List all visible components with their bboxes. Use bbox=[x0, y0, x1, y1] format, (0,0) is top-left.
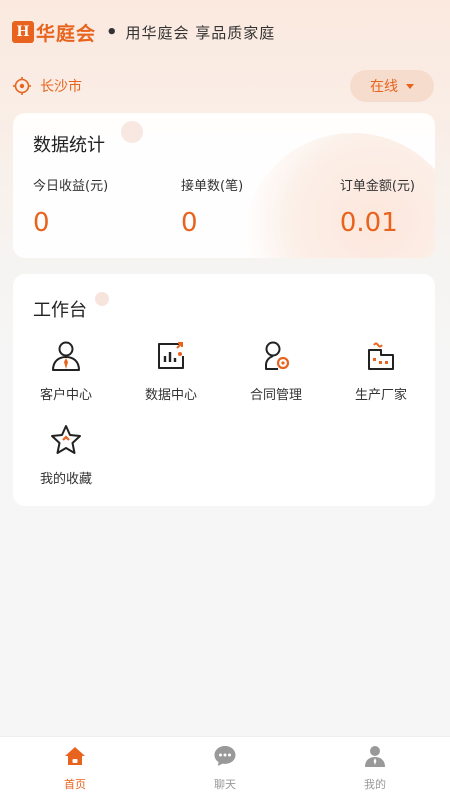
factory-icon bbox=[368, 342, 394, 370]
workbench-card: 工作台 客户中心 数据中心 合同管理 生产厂家 我的收藏 bbox=[13, 274, 435, 506]
tool-label: 生产厂家 bbox=[354, 388, 407, 403]
stat-value: 0 bbox=[181, 208, 198, 238]
stat-label: 接单数(笔) bbox=[181, 179, 244, 194]
logo-text: 华庭会 bbox=[36, 22, 97, 45]
tab-home[interactable]: 首页 bbox=[0, 737, 150, 800]
data-icon bbox=[158, 342, 184, 369]
bottom-tabbar: 首页 聊天 我的 bbox=[0, 736, 450, 800]
contract-icon bbox=[265, 341, 290, 370]
user-icon bbox=[365, 746, 385, 767]
customer-icon bbox=[52, 341, 80, 371]
slogan: 用华庭会 享品质家庭 bbox=[125, 23, 276, 42]
workbench-title: 工作台 bbox=[33, 300, 87, 321]
stat-label: 订单金额(元) bbox=[339, 179, 415, 194]
chat-icon bbox=[214, 746, 236, 766]
location-icon[interactable] bbox=[12, 76, 32, 96]
city-name[interactable]: 长沙市 bbox=[40, 76, 82, 96]
home-icon bbox=[65, 747, 85, 765]
tool-label: 客户中心 bbox=[39, 388, 92, 403]
decor-bubble bbox=[95, 292, 109, 306]
location-bar: 长沙市 在线 bbox=[0, 64, 450, 108]
tool-customer-center[interactable]: 客户中心 bbox=[16, 338, 116, 403]
tool-label: 合同管理 bbox=[249, 388, 302, 403]
stat-order-amount[interactable]: 订单金额(元) 0.01 bbox=[340, 175, 415, 238]
tab-label: 聊天 bbox=[214, 778, 236, 791]
stat-value: 0.01 bbox=[339, 208, 398, 238]
tool-label: 数据中心 bbox=[144, 388, 197, 403]
caret-down-icon bbox=[406, 83, 414, 89]
online-status-dropdown[interactable]: 在线 bbox=[350, 70, 434, 102]
status-label: 在线 bbox=[370, 79, 398, 95]
tool-my-favorites[interactable]: 我的收藏 bbox=[16, 422, 116, 487]
stats-card: 数据统计 今日收益(元) 0 接单数(笔) 0 订单金额(元) 0.01 bbox=[13, 113, 435, 258]
stat-value: 0 bbox=[33, 208, 50, 238]
stat-today-income[interactable]: 今日收益(元) 0 bbox=[33, 175, 108, 238]
stat-label: 今日收益(元) bbox=[33, 179, 109, 194]
tab-label: 首页 bbox=[64, 778, 86, 791]
tool-contract-management[interactable]: 合同管理 bbox=[226, 338, 326, 403]
tool-data-center[interactable]: 数据中心 bbox=[121, 338, 221, 403]
tab-chat[interactable]: 聊天 bbox=[150, 737, 300, 800]
stat-order-count[interactable]: 接单数(笔) 0 bbox=[181, 175, 243, 238]
tab-mine[interactable]: 我的 bbox=[300, 737, 450, 800]
decor-bubble bbox=[121, 121, 143, 143]
logo-mark: H bbox=[12, 21, 34, 43]
tab-label: 我的 bbox=[364, 778, 386, 791]
app-header: H 华庭会 • 用华庭会 享品质家庭 bbox=[0, 0, 450, 64]
slogan-separator: • bbox=[106, 21, 118, 43]
tool-label: 我的收藏 bbox=[39, 472, 92, 487]
tool-manufacturer[interactable]: 生产厂家 bbox=[331, 338, 431, 403]
stats-title: 数据统计 bbox=[33, 135, 105, 156]
star-icon bbox=[51, 425, 81, 454]
